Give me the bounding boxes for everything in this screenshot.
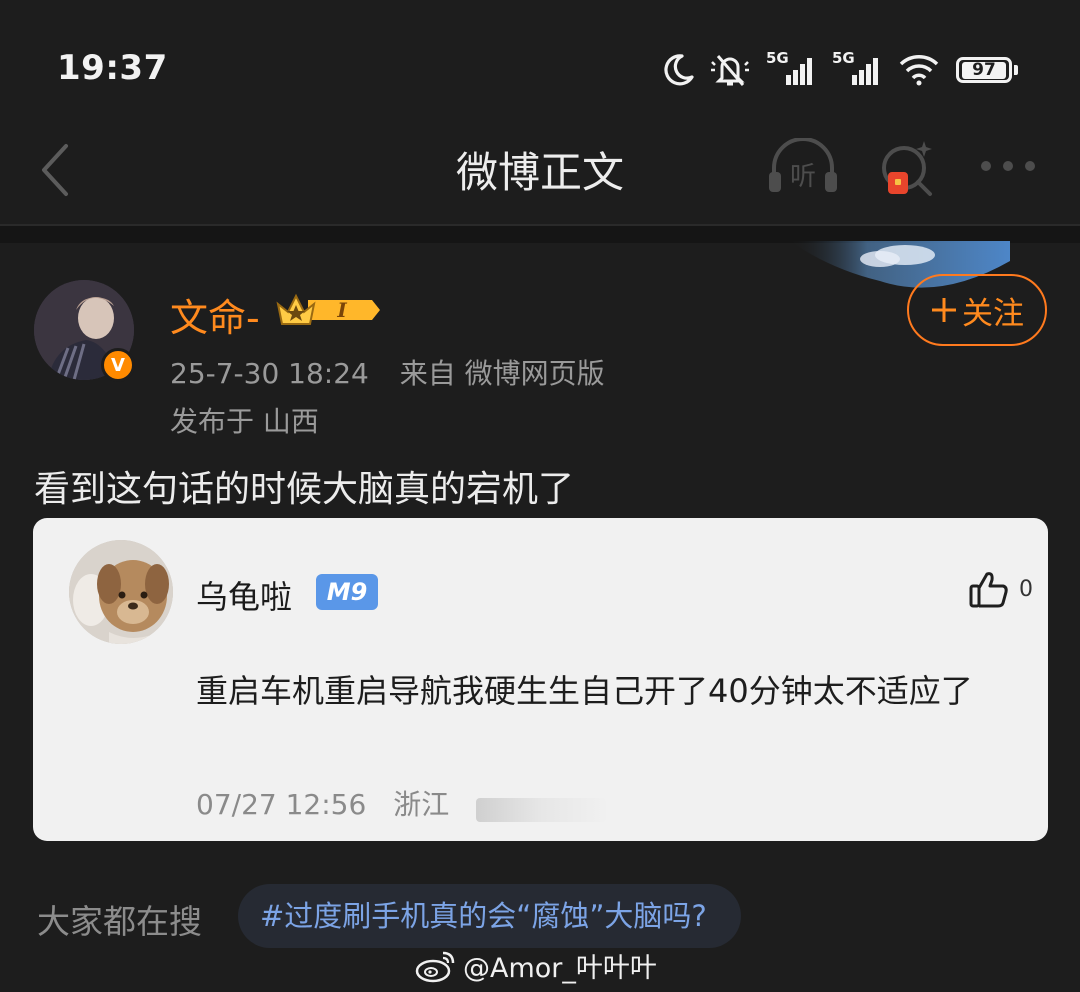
watermark-text: @Amor_叶叶叶 — [463, 953, 657, 984]
thumbs-up-icon — [969, 572, 1008, 608]
listen-label: 听 — [790, 162, 816, 192]
network-type-1: 5G — [766, 49, 789, 67]
blurred-content — [476, 798, 606, 822]
status-bar: 19:37 5G 5G 97 — [0, 0, 1080, 130]
cellular-signal-1: 5G — [766, 49, 816, 85]
post-source: 来自 微博网页版 — [399, 357, 605, 390]
listen-button[interactable]: 听 — [766, 137, 840, 200]
post-body: 看到这句话的时候大脑真的宕机了 — [34, 469, 575, 510]
member-level-badge: I — [276, 290, 380, 334]
quoted-comment-card[interactable]: 乌龟啦 M9 0 重启车机重启导航我硬生生自己开了40分钟太不适应了 07/27… — [33, 518, 1048, 841]
comment-date: 07/27 12:56 — [196, 788, 367, 821]
verified-badge: V — [101, 348, 135, 382]
plus-icon — [932, 298, 956, 322]
post-location: 发布于 山西 — [170, 405, 319, 438]
battery-indicator: 97 — [956, 57, 1018, 83]
comment-meta: 07/27 12:56 浙江 — [196, 783, 449, 823]
follow-button[interactable]: 关注 — [907, 274, 1047, 346]
trending-topic-chip[interactable]: #过度刷手机真的会“腐蚀”大脑吗? — [238, 884, 741, 948]
like-button[interactable]: 0 — [969, 570, 1033, 608]
cellular-signal-2: 5G — [832, 49, 882, 85]
post-timestamp: 25-7-30 18:24 — [170, 357, 369, 390]
wifi-icon — [899, 55, 939, 86]
headphones-icon: 听 — [769, 137, 837, 192]
weibo-logo-icon — [415, 951, 455, 982]
trending-search-label: 大家都在搜 — [37, 902, 202, 941]
moon-icon — [664, 54, 694, 86]
battery-level: 97 — [962, 61, 1006, 79]
avatar-image — [69, 540, 173, 644]
commenter-avatar[interactable] — [69, 540, 173, 644]
follow-label: 关注 — [962, 295, 1024, 332]
status-icons: 5G 5G 97 — [662, 49, 1018, 90]
watermark: @Amor_叶叶叶 — [415, 946, 657, 985]
network-type-2: 5G — [832, 49, 855, 67]
post-meta: 25-7-30 18:24 来自 微博网页版 — [170, 352, 605, 392]
ai-search-button[interactable] — [878, 138, 938, 202]
status-time: 19:37 — [57, 48, 168, 88]
commenter-level-badge: M9 — [316, 574, 378, 610]
like-count: 0 — [1019, 576, 1033, 602]
search-sparkle-icon — [882, 141, 932, 196]
more-dots-icon — [981, 161, 1035, 171]
mute-bell-icon — [711, 55, 749, 86]
author-name[interactable]: 文命- — [170, 287, 260, 342]
comment-location: 浙江 — [393, 788, 450, 821]
member-level-text: I — [336, 298, 347, 322]
comment-text: 重启车机重启导航我硬生生自己开了40分钟太不适应了 — [196, 672, 973, 710]
commenter-name[interactable]: 乌龟啦 — [196, 572, 292, 618]
more-options-button[interactable] — [978, 158, 1038, 178]
